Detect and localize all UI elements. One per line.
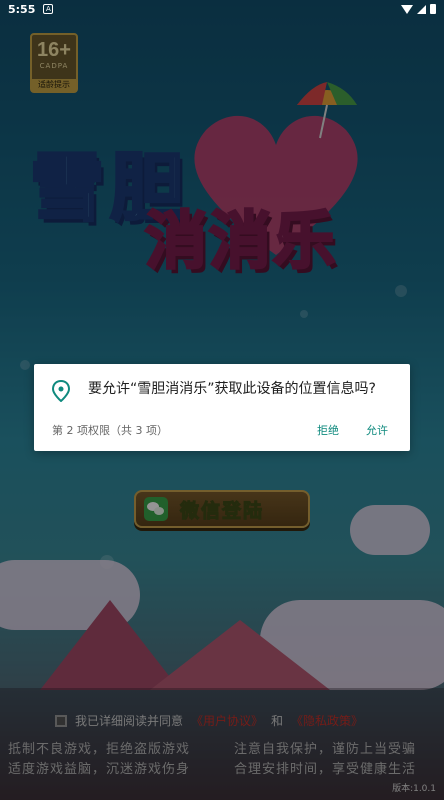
- location-permission-dialog: 要允许“雪胆消消乐”获取此设备的位置信息吗? 第 2 项权限（共 3 项） 拒绝…: [34, 364, 410, 451]
- permission-message: 要允许“雪胆消消乐”获取此设备的位置信息吗?: [88, 381, 376, 397]
- notification-icon: A: [43, 4, 54, 14]
- permission-counter: 第 2 项权限（共 3 项）: [52, 424, 168, 437]
- status-bar: 5:55 A: [0, 0, 444, 18]
- app-screen: 16+ CADPA 适龄提示 雪胆 消消乐 微信登陆 我已详细阅读并同意 《用户…: [0, 0, 444, 800]
- status-icons: [401, 4, 436, 14]
- status-time: 5:55: [8, 2, 36, 16]
- signal-icon: [417, 4, 426, 14]
- wifi-icon: [401, 4, 413, 14]
- deny-button[interactable]: 拒绝: [317, 422, 339, 438]
- allow-button[interactable]: 允许: [366, 422, 388, 438]
- location-pin-icon: [52, 380, 70, 402]
- battery-icon: [430, 4, 436, 14]
